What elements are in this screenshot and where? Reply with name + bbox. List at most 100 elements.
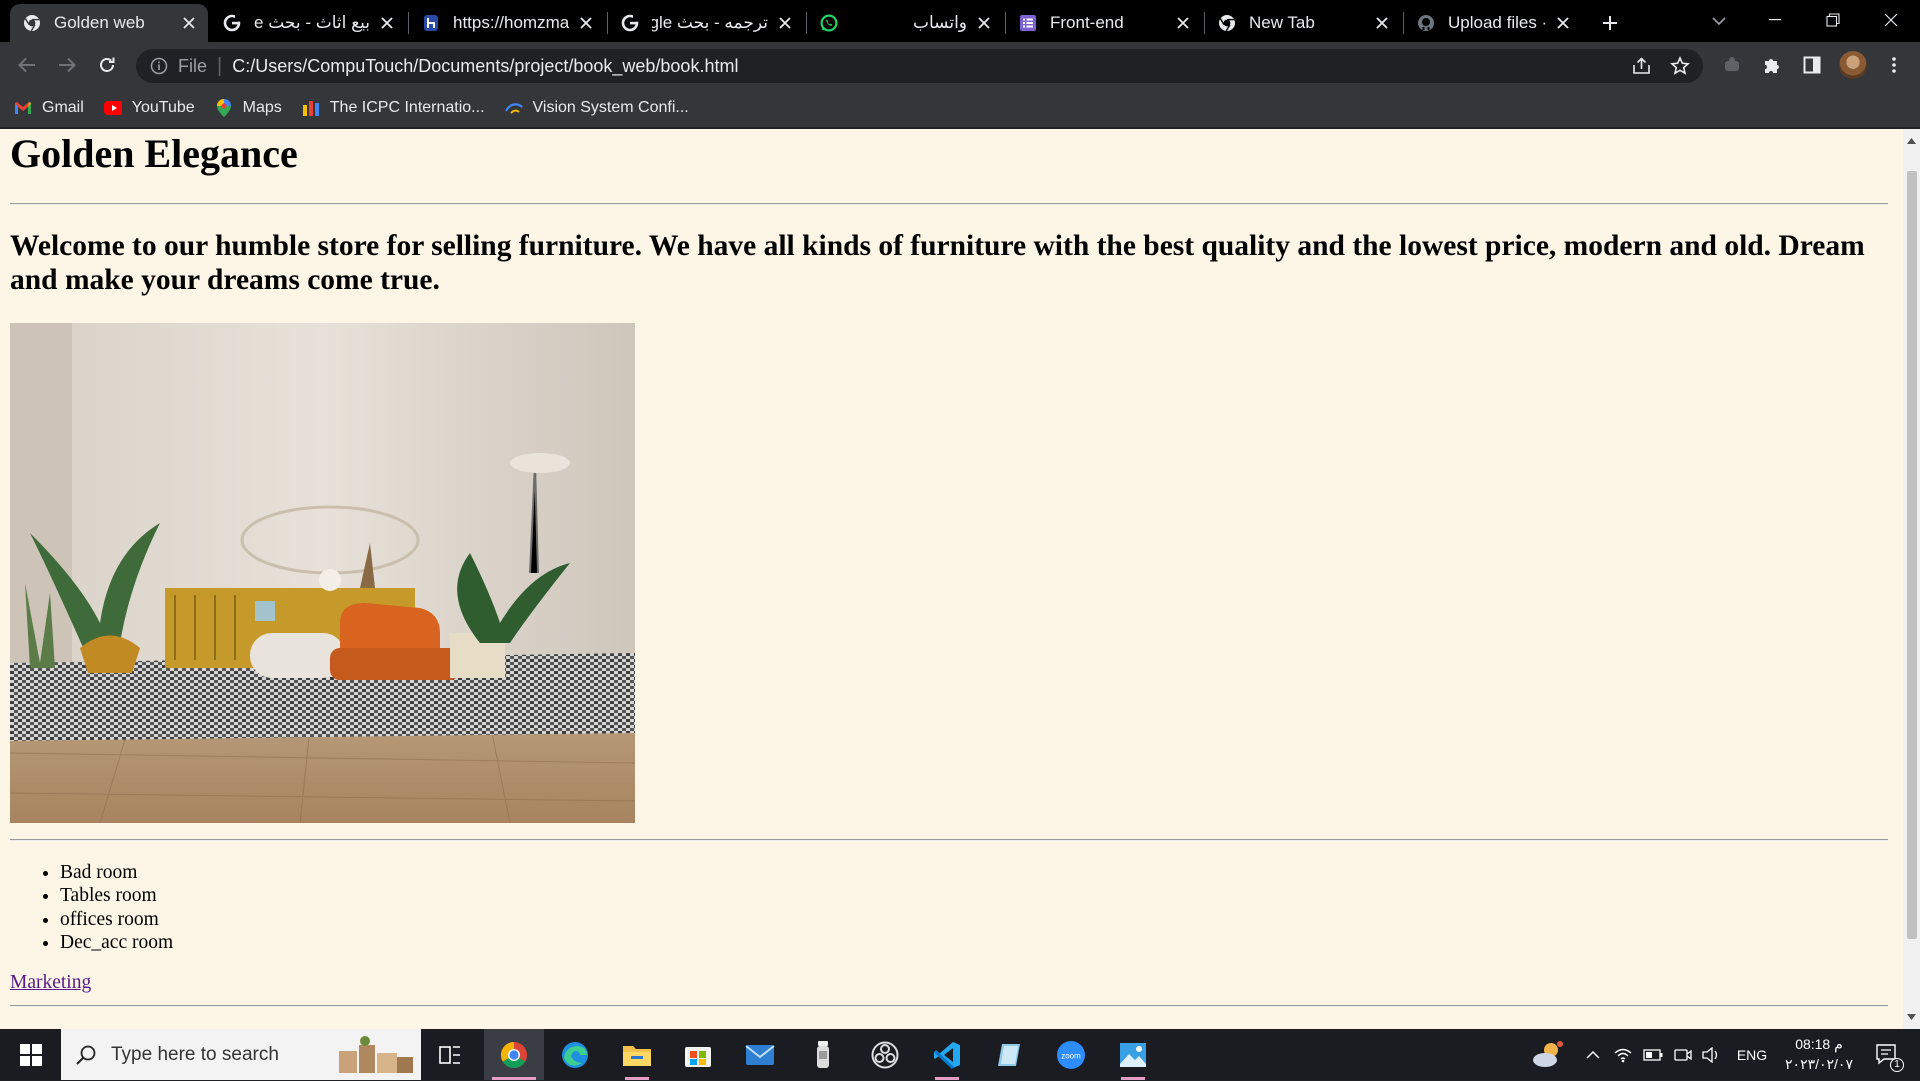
tab-search-chevron-icon[interactable] [1706,8,1732,34]
chrome-icon [1217,13,1237,33]
bookmark-label: YouTube [131,98,195,116]
list-item: offices room [60,908,173,931]
close-tab-icon[interactable] [1373,14,1391,32]
close-tab-icon[interactable] [1554,14,1572,32]
tab-title: New Tab [1249,13,1315,32]
notification-center-icon[interactable]: 1 [1864,1029,1910,1080]
language-indicator[interactable]: ENG [1732,1029,1772,1080]
youtube-icon [103,99,122,117]
scheme-divider: | [217,54,223,77]
bookmark-label: Vision System Confi... [532,98,689,116]
close-tab-icon[interactable] [975,14,993,32]
side-panel-icon[interactable] [1797,50,1827,80]
bookmark-star-icon[interactable] [1665,51,1695,81]
window-controls [1746,0,1920,40]
extension-icon[interactable] [1717,50,1747,80]
bookmark-label: Gmail [42,98,84,116]
scrollbar-thumb[interactable] [1907,171,1917,939]
info-icon[interactable] [150,57,168,75]
icpc-icon [302,99,320,117]
marketing-link[interactable]: Marketing [10,972,91,994]
bookmark-maps[interactable]: Maps [215,98,282,117]
scroll-up-arrow-icon[interactable] [1906,135,1917,146]
bookmark-label: Maps [242,98,282,116]
mail-icon[interactable] [740,1029,780,1080]
tab-upload-files[interactable]: Upload files · kari [1404,4,1582,42]
page-scrollbar[interactable] [1903,129,1920,1029]
whatsapp-icon [819,13,839,33]
reload-icon[interactable] [92,50,122,80]
tab-strip: Golden web بيع اثاث - بحث gle https://ho… [0,0,1920,42]
tab-homzmart[interactable]: https://homzmart [409,4,605,42]
photos-icon[interactable] [1113,1029,1153,1080]
thermos-app-icon[interactable] [803,1029,843,1080]
vscode-icon[interactable] [927,1029,967,1080]
search-icon [75,1044,97,1066]
close-tab-icon[interactable] [577,14,595,32]
tab-new-tab[interactable]: New Tab [1205,4,1401,42]
welcome-heading: Welcome to our humble store for selling … [10,230,1865,296]
page-viewport: Golden Elegance Welcome to our humble st… [0,129,1903,1029]
url-text[interactable]: C:/Users/CompuTouch/Documents/project/bo… [232,56,1627,77]
bookmark-label: The ICPC Internatio... [329,98,485,116]
restore-icon[interactable] [1804,0,1862,40]
tab-golden-web[interactable]: Golden web [10,4,208,42]
close-window-icon[interactable] [1862,0,1920,40]
obs-icon[interactable] [865,1029,905,1080]
zoom-logo-text: zoom [1061,1051,1081,1060]
bookmark-icpc[interactable]: The ICPC Internatio... [302,99,485,117]
close-tab-icon[interactable] [378,14,396,32]
new-tab-button[interactable] [1596,9,1624,37]
tab-translate-search[interactable]: ترجمه - بحث ogle [608,4,804,42]
google-icon [620,13,640,33]
task-view-icon[interactable] [430,1029,470,1080]
file-explorer-icon[interactable] [617,1029,657,1080]
tab-title: بيع اثاث - بحث gle [254,13,370,32]
search-highlight-illustration [331,1033,417,1076]
share-icon[interactable] [1627,51,1657,81]
back-arrow-icon[interactable] [12,50,42,80]
tab-whatsapp[interactable]: واتساب [807,4,1003,42]
tab-title: Upload files · kari [1448,13,1546,32]
bookmark-youtube[interactable]: YouTube [103,98,195,117]
github-icon [1416,13,1436,33]
list-item: Bad room [60,861,173,884]
notes-app-icon[interactable] [989,1029,1029,1080]
tab-furniture-search[interactable]: بيع اثاث - بحث gle [210,4,406,42]
start-button[interactable] [0,1029,61,1080]
tab-title: واتساب [912,13,967,32]
bookmark-gmail[interactable]: Gmail [14,99,84,117]
puzzle-extensions-icon[interactable] [1757,50,1787,80]
tab-title: Front-end [1050,13,1124,32]
living-room-photo [10,323,635,823]
wifi-icon[interactable] [1612,1029,1634,1080]
forward-arrow-icon[interactable] [52,50,82,80]
tab-front-end[interactable]: Front-end [1006,4,1202,42]
chrome-taskbar-icon[interactable] [484,1029,544,1080]
minimize-icon[interactable] [1746,0,1804,40]
close-tab-icon[interactable] [180,14,198,32]
meet-now-icon[interactable] [1672,1029,1694,1080]
zoom-icon[interactable]: zoom [1051,1029,1091,1080]
divider [10,203,1888,205]
close-tab-icon[interactable] [776,14,794,32]
volume-icon[interactable] [1700,1029,1722,1080]
close-tab-icon[interactable] [1174,14,1192,32]
address-bar[interactable]: File | C:/Users/CompuTouch/Documents/pro… [136,49,1703,83]
taskbar-search-box[interactable]: Type here to search [61,1029,421,1080]
edge-icon[interactable] [555,1029,595,1080]
divider [10,1005,1888,1007]
microsoft-store-icon[interactable] [678,1029,718,1080]
scroll-down-arrow-icon[interactable] [1906,1011,1917,1022]
clock[interactable]: 08:18 م ٢٠٢٣/٠٢/٠٧ [1776,1029,1862,1080]
browser-toolbar: File | C:/Users/CompuTouch/Documents/pro… [0,42,1920,88]
tab-title: ترجمه - بحث ogle [652,13,768,32]
tray-chevron-up-icon[interactable] [1582,1029,1604,1080]
menu-kebab-icon[interactable] [1879,50,1909,80]
battery-icon[interactable] [1642,1029,1664,1080]
profile-avatar[interactable] [1838,50,1868,80]
clock-date: ٢٠٢٣/٠٢/٠٧ [1785,1056,1853,1072]
bookmark-vision[interactable]: Vision System Confi... [504,98,689,117]
weather-icon[interactable] [1528,1029,1568,1080]
maps-icon [215,98,233,117]
